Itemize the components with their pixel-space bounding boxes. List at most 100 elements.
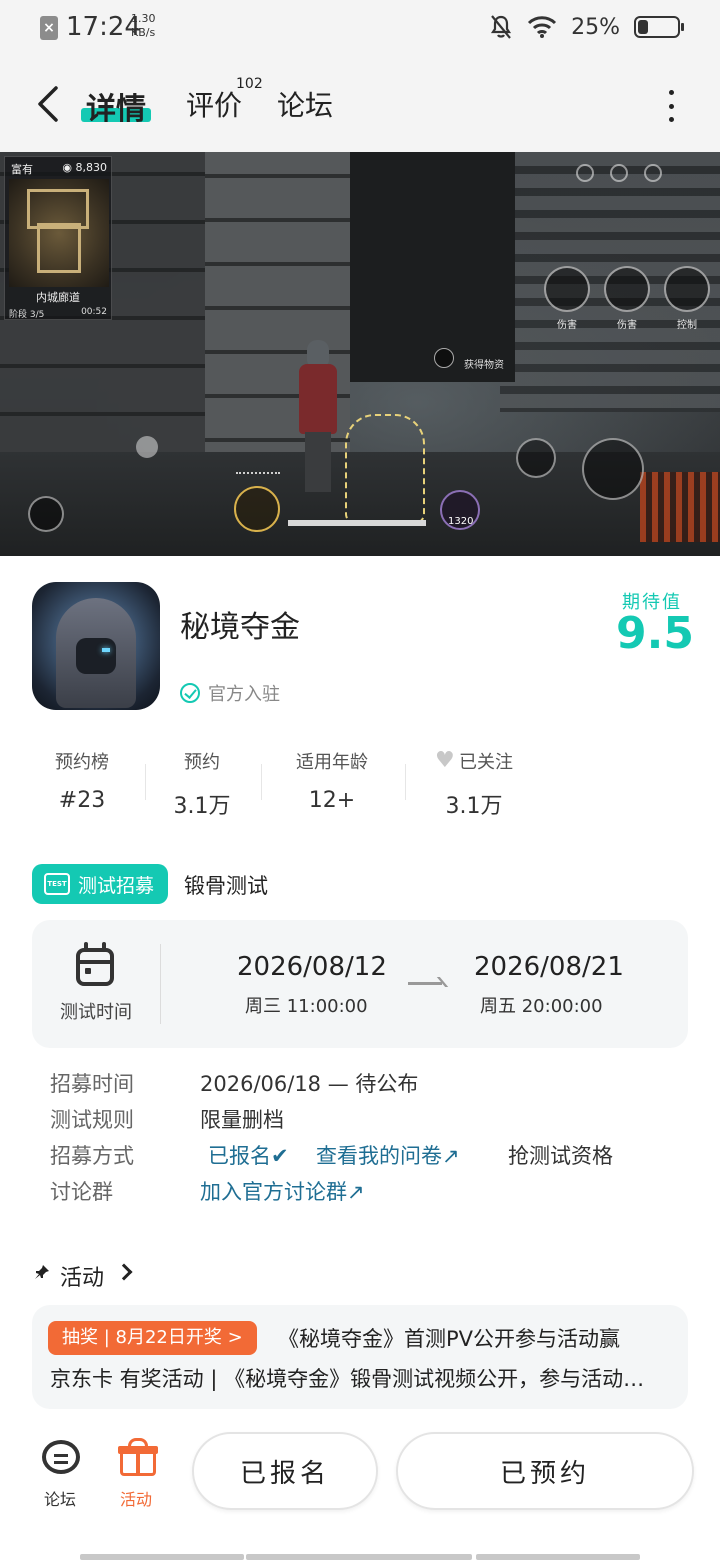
calendar-icon (76, 942, 114, 986)
official-label: 官方入驻 (208, 684, 280, 705)
loot-text: 获得物资 (464, 360, 504, 371)
more-options-icon[interactable] (664, 90, 678, 122)
health-bar (288, 520, 426, 526)
tab-forum[interactable]: 论坛 (277, 84, 333, 124)
network-speed: 1.30 KB/s (131, 12, 156, 40)
status-icons: 25% (489, 12, 684, 42)
pin-icon (35, 1265, 49, 1279)
skill-1-icon (544, 266, 590, 312)
back-arrow-icon[interactable] (34, 84, 64, 124)
stat-followers[interactable]: 已关注 3.1万 (424, 748, 524, 820)
official-badge: 官方入驻 (180, 680, 280, 706)
end-time: 周五 20:00:00 (480, 996, 603, 1017)
tab-reviews[interactable]: 评价 (186, 84, 242, 124)
stat-reservations-value: 3.1万 (173, 794, 231, 819)
minimap-timer: 00:52 (81, 307, 107, 317)
start-date: 2026/08/12 (237, 952, 387, 982)
coin-count: 8,830 (75, 161, 108, 174)
registered-button[interactable]: 已报名 (192, 1432, 378, 1510)
test-time-card: 测试时间 2026/08/12 周三 11:00:00 2026/08/21 周… (32, 920, 688, 1048)
wifi-icon (528, 16, 557, 38)
stat-rank-value: #23 (58, 788, 106, 813)
card-divider (160, 944, 161, 1024)
battery-icon (634, 16, 684, 38)
test-rule-label: 测试规则 (50, 1108, 134, 1132)
test-rule-value: 限量删档 (200, 1108, 284, 1132)
stat-reservations: 预约 3.1万 (162, 748, 242, 820)
battery-percentage: 25% (571, 14, 620, 40)
skill-3-label: 控制 (677, 320, 697, 331)
activity-text-line1: 《秘境夺金》首测PV公开参与活动赢 (278, 1327, 621, 1351)
clock: 17:24 (66, 12, 141, 42)
skill-3-icon (664, 266, 710, 312)
skill-2-icon (604, 266, 650, 312)
enemy-outline (345, 414, 425, 524)
skill-1-label: 伤害 (557, 320, 577, 331)
start-time: 周三 11:00:00 (245, 996, 368, 1017)
test-time-label: 测试时间 (60, 1002, 132, 1023)
app-icon (32, 582, 160, 710)
minimap-location: 内城廊道 (36, 291, 80, 304)
network-speed-value: 1.30 (131, 12, 156, 25)
stamina-dots (236, 472, 280, 475)
minimap-coins: ◉ 8,830 (62, 161, 107, 174)
test-name: 锻骨测试 (184, 874, 268, 898)
stat-rank[interactable]: 预约榜 #23 (44, 748, 120, 813)
mute-bell-icon (491, 15, 512, 39)
stat-rank-label: 预约榜 (55, 752, 109, 773)
scene-spikes (640, 472, 720, 542)
weapon-slot-icon (234, 486, 280, 532)
test-icon: TEST (44, 873, 70, 895)
minimap-map (9, 179, 109, 287)
minimap-title: 富有 (11, 163, 33, 176)
notification-close-icon: × (40, 16, 58, 40)
grab-qualification-text[interactable]: 抢测试资格 (508, 1140, 613, 1170)
followed-text: 已关注 (459, 752, 513, 773)
heart-check-icon (435, 748, 455, 773)
gesture-bar (80, 1554, 244, 1560)
game-screenshot[interactable]: 富有 ◉ 8,830 内城廊道 阶段 3/5 00:52 伤害 伤害 控制 获得… (0, 152, 720, 556)
chevron-right-icon[interactable] (115, 1263, 133, 1281)
stat-divider (405, 764, 406, 800)
stat-divider (261, 764, 262, 800)
status-bar: × 17:24 1.30 KB/s 25% (0, 0, 720, 56)
activity-section-title[interactable]: 活动 (60, 1260, 104, 1292)
gift-icon[interactable] (118, 1438, 158, 1476)
backpack-icon (28, 496, 64, 532)
verified-check-icon (180, 683, 200, 703)
game-minimap: 富有 ◉ 8,830 内城廊道 阶段 3/5 00:52 (4, 156, 112, 320)
sword-attack-icon (582, 438, 644, 500)
lottery-badge[interactable]: 抽奖 | 8月22日开奖 > (48, 1321, 257, 1355)
activity-label[interactable]: 活动 (120, 1486, 152, 1510)
reserved-button[interactable]: 已预约 (396, 1432, 694, 1510)
forum-chat-icon[interactable] (42, 1440, 80, 1474)
stat-age-value: 12+ (308, 788, 356, 813)
emote-icon (576, 164, 594, 182)
stat-followers-label: 已关注 (424, 748, 524, 774)
test-recruit-badge: TEST 测试招募 (32, 864, 168, 904)
stat-reservations-label: 预约 (184, 752, 220, 773)
recruit-time-label: 招募时间 (50, 1072, 134, 1096)
scene-archway (350, 152, 515, 382)
reviews-count-badge: 102 (236, 76, 263, 92)
gesture-bar (246, 1554, 472, 1560)
join-group-link[interactable]: 加入官方讨论群↗ (200, 1176, 365, 1206)
gesture-bar (476, 1554, 640, 1560)
test-recruit-label: 测试招募 (78, 874, 155, 897)
skill-2-label: 伤害 (617, 320, 637, 331)
stat-age-label: 适用年龄 (296, 752, 368, 773)
forum-label[interactable]: 论坛 (44, 1486, 76, 1510)
chat-icon (610, 164, 628, 182)
registered-status-link[interactable]: 已报名✔ (208, 1140, 289, 1170)
arrow-right-icon (408, 982, 442, 985)
settings-gear-icon (644, 164, 662, 182)
recruit-time-value: 2026/06/18 — 待公布 (200, 1072, 419, 1096)
stat-followers-value: 3.1万 (445, 794, 503, 819)
activity-card[interactable]: 抽奖 | 8月22日开奖 > 《秘境夺金》首测PV公开参与活动赢 京东卡 有奖活… (32, 1305, 688, 1409)
top-nav: 详情 评价 102 论坛 (0, 56, 720, 152)
view-survey-link[interactable]: 查看我的问卷↗ (316, 1140, 460, 1170)
tab-detail[interactable]: 详情 (86, 84, 146, 128)
shield-icon (516, 438, 556, 478)
stat-age-rating[interactable]: 适用年龄 12+ (282, 748, 382, 813)
activity-text-line2: 京东卡 有奖活动 | 《秘境夺金》锻骨测试视频公开，参与活动赢京东卡 (50, 1367, 660, 1391)
